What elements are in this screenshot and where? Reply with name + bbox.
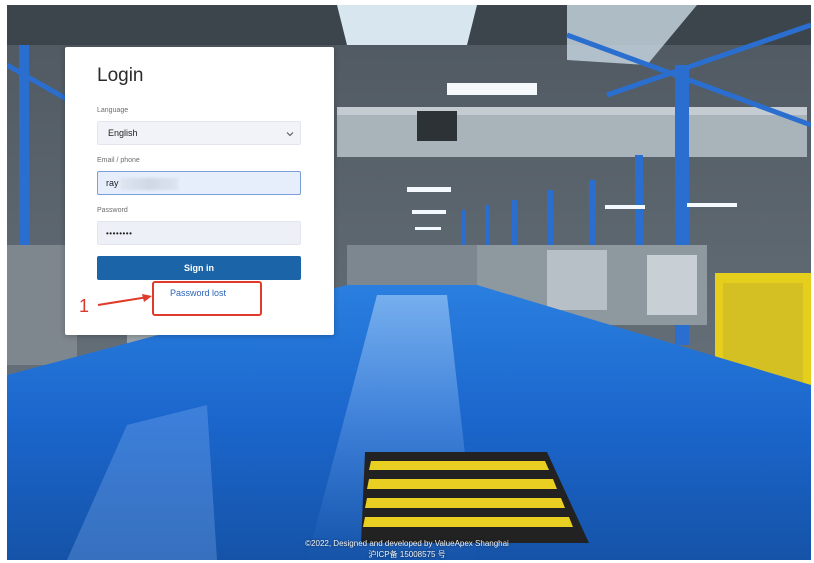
password-input-value: •••••••• xyxy=(106,228,133,238)
annotation-arrow-icon xyxy=(97,294,152,306)
login-title: Login xyxy=(97,65,144,86)
footer: ©2022, Designed and developed by ValueAp… xyxy=(0,538,814,560)
language-select[interactable]: English xyxy=(97,121,301,145)
email-phone-input[interactable]: ray xyxy=(97,171,301,195)
password-input[interactable]: •••••••• xyxy=(97,221,301,245)
annotation-highlight-box xyxy=(152,281,262,316)
password-label: Password xyxy=(97,207,128,214)
annotation-number: 1 xyxy=(79,296,90,316)
email-label: Email / phone xyxy=(97,157,140,164)
language-select-value: English xyxy=(108,128,138,138)
redaction-blur xyxy=(120,178,178,190)
chevron-down-icon xyxy=(286,132,294,137)
sign-in-button[interactable]: Sign in xyxy=(97,256,301,280)
footer-copyright: ©2022, Designed and developed by ValueAp… xyxy=(305,539,509,548)
language-label: Language xyxy=(97,107,129,114)
footer-icp: 沪ICP备 15008575 号 xyxy=(368,550,446,559)
email-input-value: ray xyxy=(106,178,119,188)
